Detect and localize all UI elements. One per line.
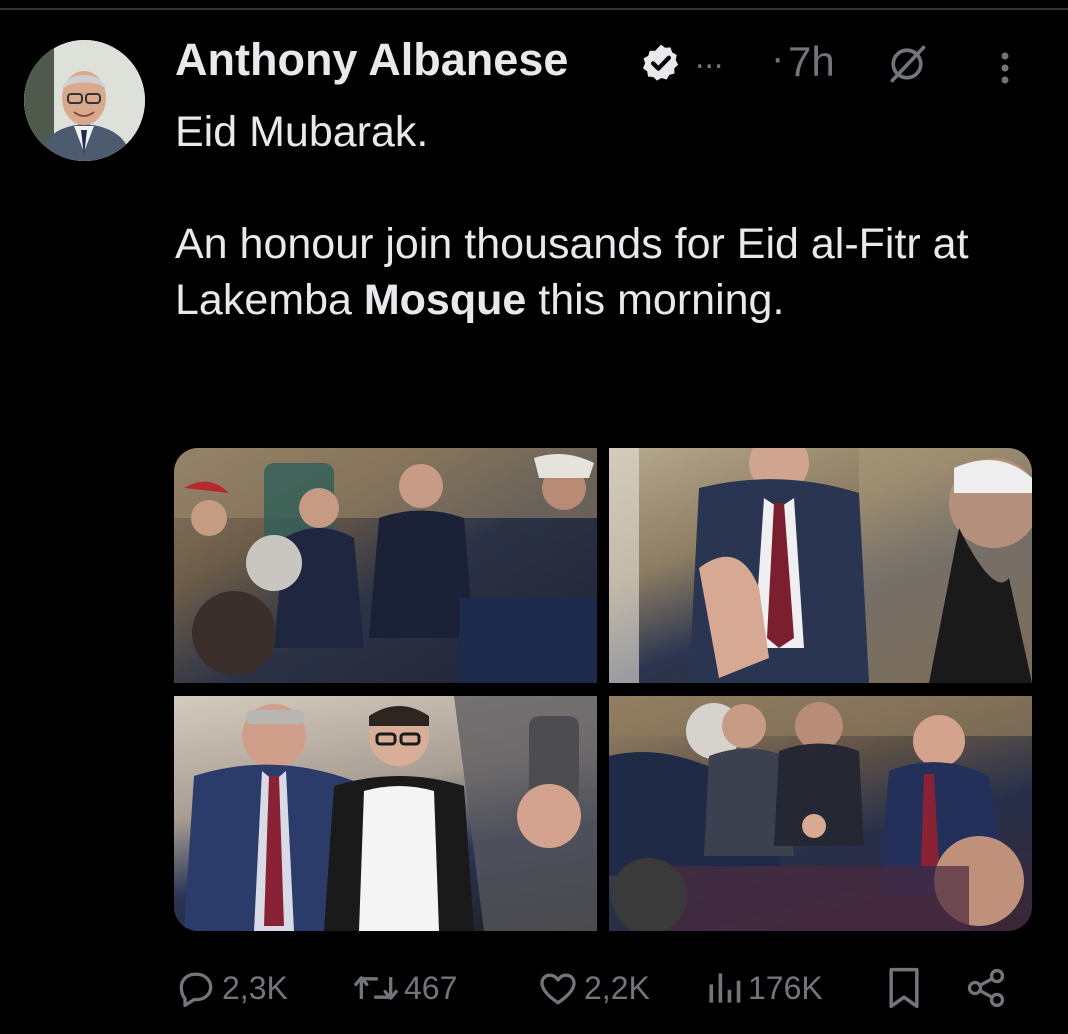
photo-seated-handshake [609, 696, 1032, 931]
media-photo-4[interactable] [609, 696, 1032, 931]
like-button[interactable]: 2,2K [536, 960, 650, 1016]
tweet-text-bold: Mosque [363, 276, 527, 324]
share-button[interactable] [964, 960, 1008, 1016]
media-photo-2[interactable] [609, 448, 1032, 683]
avatar[interactable] [24, 40, 145, 161]
views-chart-icon [709, 973, 741, 1003]
tweet-text: Eid Mubarak. An honour join thousands fo… [175, 104, 995, 328]
verified-badge-icon[interactable] [640, 42, 682, 84]
tweet-header: Anthony Albanese ... · 7h [175, 30, 1035, 94]
media-photo-1[interactable] [174, 448, 597, 683]
bookmark-button[interactable] [882, 960, 926, 1016]
tweet-actions: 2,3K 467 2,2K 176K [174, 960, 1014, 1016]
photo-handshake [609, 448, 1032, 683]
divider [0, 8, 1068, 10]
media-grid [174, 448, 1032, 931]
bookmark-icon [889, 967, 919, 1009]
photo-selfie-with-child [184, 696, 597, 931]
reply-count: 2,3K [222, 969, 288, 1006]
photo-mosque-group [174, 448, 597, 683]
reply-icon [179, 972, 213, 1008]
views-button[interactable]: 176K [704, 960, 823, 1016]
avatar-portrait [24, 40, 145, 161]
like-count: 2,2K [584, 969, 650, 1006]
heart-icon [540, 973, 576, 1005]
tweet-text-part: this morning. [526, 276, 785, 324]
name-truncation: ... [695, 38, 724, 76]
views-count: 176K [748, 969, 823, 1006]
reply-button[interactable]: 2,3K [174, 960, 288, 1016]
media-photo-3[interactable] [174, 696, 597, 931]
author-name[interactable]: Anthony Albanese [175, 34, 568, 86]
share-icon [967, 968, 1005, 1008]
timestamp[interactable]: 7h [788, 38, 835, 86]
grok-icon[interactable] [885, 42, 929, 86]
tweet-line-2: An honour join thousands for Eid al-Fitr… [175, 216, 995, 328]
repost-button[interactable]: 467 [352, 960, 457, 1016]
more-options-icon[interactable] [995, 46, 1015, 90]
repost-icon [354, 976, 398, 1000]
repost-count: 467 [404, 969, 458, 1006]
separator-dot: · [771, 36, 785, 80]
tweet-line-1: Eid Mubarak. [175, 108, 429, 156]
